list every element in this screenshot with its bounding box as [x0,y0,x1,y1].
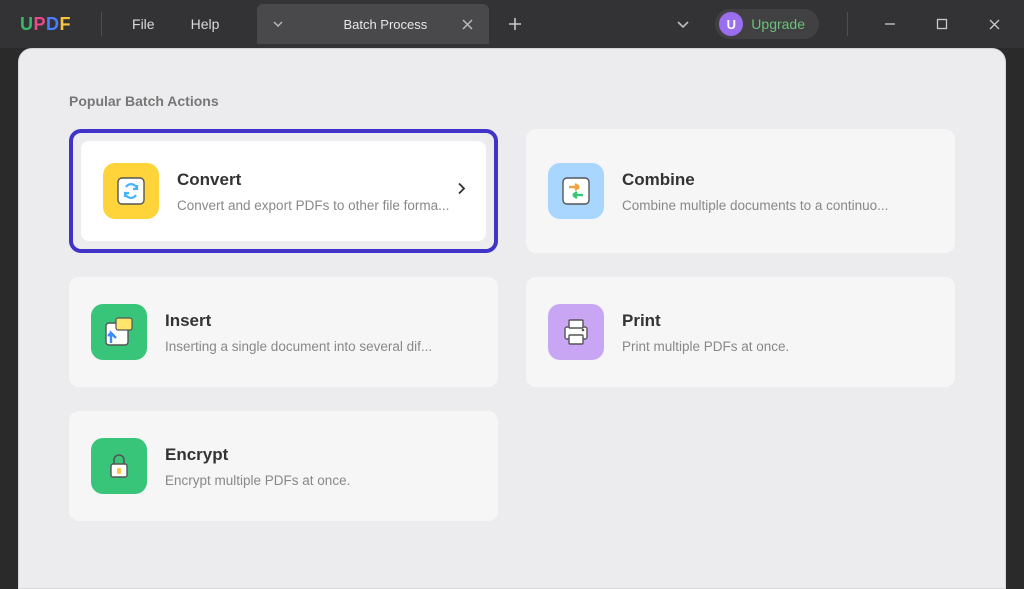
menu-file[interactable]: File [114,0,173,48]
convert-icon [103,163,159,219]
card-title: Insert [165,311,476,331]
chevron-right-icon [456,181,466,202]
card-convert[interactable]: Convert Convert and export PDFs to other… [69,129,498,253]
card-print[interactable]: Print Print multiple PDFs at once. [526,277,955,387]
titlebar-right: U Upgrade [667,6,1024,42]
card-desc: Combine multiple documents to a continuo… [622,198,933,213]
card-desc: Print multiple PDFs at once. [622,339,933,354]
titlebar-dropdown-icon[interactable] [667,8,699,40]
card-encrypt[interactable]: Encrypt Encrypt multiple PDFs at once. [69,411,498,521]
window-maximize-icon[interactable] [920,6,964,42]
card-combine[interactable]: Combine Combine multiple documents to a … [526,129,955,253]
card-desc: Inserting a single document into several… [165,339,476,354]
tab-close-icon[interactable] [455,12,479,36]
tab-batch-process[interactable]: Batch Process [257,4,489,44]
app-logo: UPDF [0,14,89,35]
insert-icon [91,304,147,360]
titlebar: UPDF File Help Batch Process U Upgrade [0,0,1024,48]
combine-icon [548,163,604,219]
upgrade-button[interactable]: U Upgrade [715,9,819,39]
card-desc: Convert and export PDFs to other file fo… [177,198,464,213]
encrypt-icon [91,438,147,494]
window-close-icon[interactable] [972,6,1016,42]
card-title: Convert [177,170,464,190]
separator [101,12,102,36]
section-heading: Popular Batch Actions [69,93,955,109]
card-desc: Encrypt multiple PDFs at once. [165,473,476,488]
tab-title: Batch Process [315,17,455,32]
menu-help[interactable]: Help [173,0,238,48]
actions-grid: Convert Convert and export PDFs to other… [69,129,955,521]
window-minimize-icon[interactable] [868,6,912,42]
user-badge-icon: U [719,12,743,36]
card-insert[interactable]: Insert Inserting a single document into … [69,277,498,387]
separator [847,12,848,36]
card-title: Print [622,311,933,331]
new-tab-button[interactable] [495,4,535,44]
print-icon [548,304,604,360]
card-title: Combine [622,170,933,190]
card-title: Encrypt [165,445,476,465]
content-panel: Popular Batch Actions Convert Convert an… [18,48,1006,589]
upgrade-label: Upgrade [751,16,805,32]
tab-dropdown-icon[interactable] [269,15,287,33]
